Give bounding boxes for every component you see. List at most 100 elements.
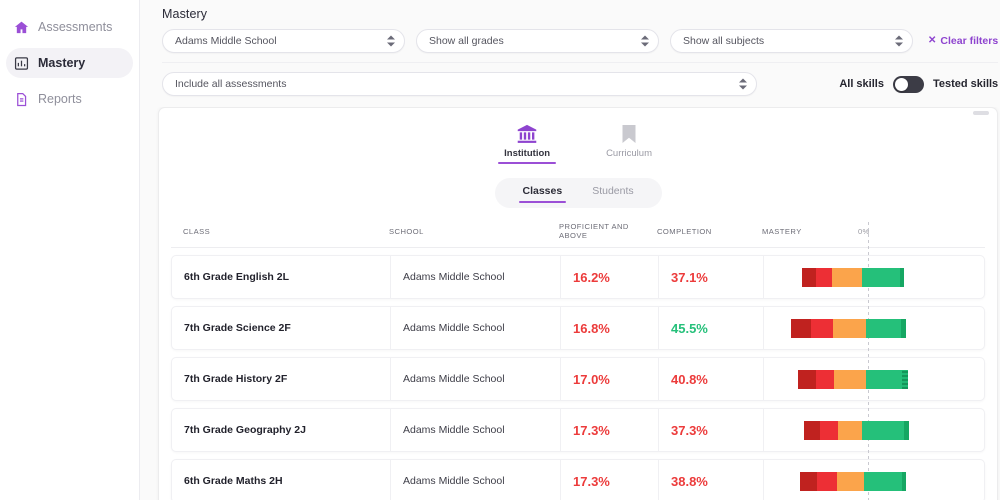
mastery-bar-track[interactable] xyxy=(776,357,984,401)
bar-segment-approaching xyxy=(834,370,866,389)
table-header-row: CLASS SCHOOL PROFICIENT AND ABOVE COMPLE… xyxy=(171,222,986,248)
filter-row: Adams Middle School Show all grades Show… xyxy=(162,29,998,62)
bar-segment-below-basic xyxy=(798,370,816,389)
sidebar-item-assessments[interactable]: Assessments xyxy=(6,12,133,42)
mastery-bar xyxy=(798,370,908,389)
bar-chart-icon xyxy=(14,56,29,71)
close-x-icon: ✕ xyxy=(928,35,937,46)
cell-mastery xyxy=(763,459,984,500)
scroll-handle[interactable] xyxy=(973,111,990,115)
bar-segment-below-basic xyxy=(804,421,820,440)
mastery-bar xyxy=(800,472,906,491)
subjects-filter-value: Show all subjects xyxy=(683,35,765,47)
bar-segment-advanced xyxy=(902,472,906,491)
column-header-school: SCHOOL xyxy=(389,226,424,236)
mastery-bar-track[interactable] xyxy=(776,306,984,350)
chevron-updown-icon xyxy=(641,35,649,47)
cell-school: Adams Middle School xyxy=(390,408,560,452)
bar-segment-proficient xyxy=(864,472,902,491)
skills-toggle-switch[interactable] xyxy=(892,75,924,93)
bar-segment-proficient xyxy=(866,370,902,389)
mastery-table: CLASS SCHOOL PROFICIENT AND ABOVE COMPLE… xyxy=(159,222,997,500)
page-title: Mastery xyxy=(162,7,208,21)
topbar: Mastery Adams Middle School Show all gra… xyxy=(140,0,1000,107)
cell-class: 7th Grade Geography 2J xyxy=(184,424,306,436)
primary-tabs: Institution Curriculum xyxy=(159,108,997,164)
chevron-updown-icon xyxy=(387,35,395,47)
cell-class: 6th Grade Maths 2H xyxy=(184,475,283,487)
sidebar-item-mastery[interactable]: Mastery xyxy=(6,48,133,78)
tab-classes[interactable]: Classes xyxy=(518,183,566,203)
cell-school: Adams Middle School xyxy=(390,357,560,401)
bookmark-icon xyxy=(621,122,637,144)
sidebar-item-reports[interactable]: Reports xyxy=(6,84,133,114)
mastery-bar xyxy=(804,421,909,440)
table-body: 6th Grade English 2L Adams Middle School 1… xyxy=(171,255,986,500)
axis-zero-label: 0% xyxy=(858,226,870,236)
bar-segment-approaching xyxy=(832,268,862,287)
cell-school: Adams Middle School xyxy=(390,459,560,500)
bar-segment-approaching xyxy=(838,421,862,440)
cell-school: Adams Middle School xyxy=(390,255,560,299)
assessments-filter-select[interactable]: Include all assessments xyxy=(162,72,757,96)
subjects-filter-select[interactable]: Show all subjects xyxy=(670,29,913,53)
sidebar-item-label: Assessments xyxy=(38,20,113,34)
cell-mastery xyxy=(763,306,984,350)
column-header-class: CLASS xyxy=(183,226,211,236)
cell-school: Adams Middle School xyxy=(390,306,560,350)
school-filter-select[interactable]: Adams Middle School xyxy=(162,29,405,53)
cell-proficient: 17.3% xyxy=(560,459,658,500)
bar-segment-approaching xyxy=(833,319,866,338)
table-row[interactable]: 6th Grade English 2L Adams Middle School 1… xyxy=(171,255,986,299)
cell-completion: 37.3% xyxy=(658,408,763,452)
main-area: Mastery Adams Middle School Show all gra… xyxy=(140,0,1000,500)
mastery-bar xyxy=(791,319,906,338)
sidebar-item-label: Reports xyxy=(38,92,82,106)
all-skills-label[interactable]: All skills xyxy=(839,78,884,90)
document-icon xyxy=(14,92,29,107)
chevron-updown-icon xyxy=(739,78,747,90)
table-row[interactable]: 7th Grade Geography 2J Adams Middle Schoo… xyxy=(171,408,986,452)
tab-institution[interactable]: Institution xyxy=(498,122,556,164)
content-card: Institution Curriculum Classes Students xyxy=(158,107,999,500)
cell-mastery xyxy=(763,255,984,299)
bar-segment-below-basic xyxy=(791,319,811,338)
column-header-completion: COMPLETION xyxy=(657,226,712,236)
table-row[interactable]: 7th Grade History 2F Adams Middle School 1… xyxy=(171,357,986,401)
cell-completion: 38.8% xyxy=(658,459,763,500)
sub-tabs-wrap: Classes Students xyxy=(159,178,997,208)
cell-class: 7th Grade History 2F xyxy=(184,373,288,385)
mastery-bar-track[interactable] xyxy=(776,255,984,299)
grades-filter-value: Show all grades xyxy=(429,35,504,47)
tab-curriculum[interactable]: Curriculum xyxy=(606,122,652,164)
sub-tabs: Classes Students xyxy=(494,178,662,208)
table-row[interactable]: 6th Grade Maths 2H Adams Middle School 17.… xyxy=(171,459,986,500)
mastery-bar xyxy=(802,268,904,287)
bar-segment-approaching xyxy=(837,472,864,491)
school-filter-value: Adams Middle School xyxy=(175,35,277,47)
bar-segment-advanced xyxy=(904,421,909,440)
cell-proficient: 17.3% xyxy=(560,408,658,452)
bar-segment-proficient xyxy=(866,319,901,338)
mastery-bar-track[interactable] xyxy=(776,408,984,452)
assessment-filter-row: Include all assessments All skills Teste… xyxy=(162,62,999,107)
grades-filter-select[interactable]: Show all grades xyxy=(416,29,659,53)
tab-institution-label: Institution xyxy=(504,148,551,159)
tested-skills-label[interactable]: Tested skills xyxy=(933,78,998,90)
skills-toggle-group: All skills Tested skills xyxy=(839,75,998,93)
mastery-app: Assessments Mastery Reports Mastery Adam… xyxy=(0,0,1000,500)
cell-mastery xyxy=(763,357,984,401)
table-row[interactable]: 7th Grade Science 2F Adams Middle School 1… xyxy=(171,306,986,350)
clear-filters-button[interactable]: ✕ Clear filters xyxy=(928,35,998,47)
institution-icon xyxy=(516,122,538,144)
bar-segment-basic xyxy=(816,268,832,287)
tab-students[interactable]: Students xyxy=(590,183,635,203)
toggle-knob xyxy=(894,77,908,91)
column-header-proficient: PROFICIENT AND ABOVE xyxy=(559,222,629,240)
cell-proficient: 16.2% xyxy=(560,255,658,299)
cell-class: 7th Grade Science 2F xyxy=(184,322,291,334)
bar-segment-proficient xyxy=(862,268,900,287)
column-header-mastery: MASTERY 0% xyxy=(762,227,985,236)
bar-segment-advanced xyxy=(900,268,904,287)
mastery-bar-track[interactable] xyxy=(776,459,984,500)
